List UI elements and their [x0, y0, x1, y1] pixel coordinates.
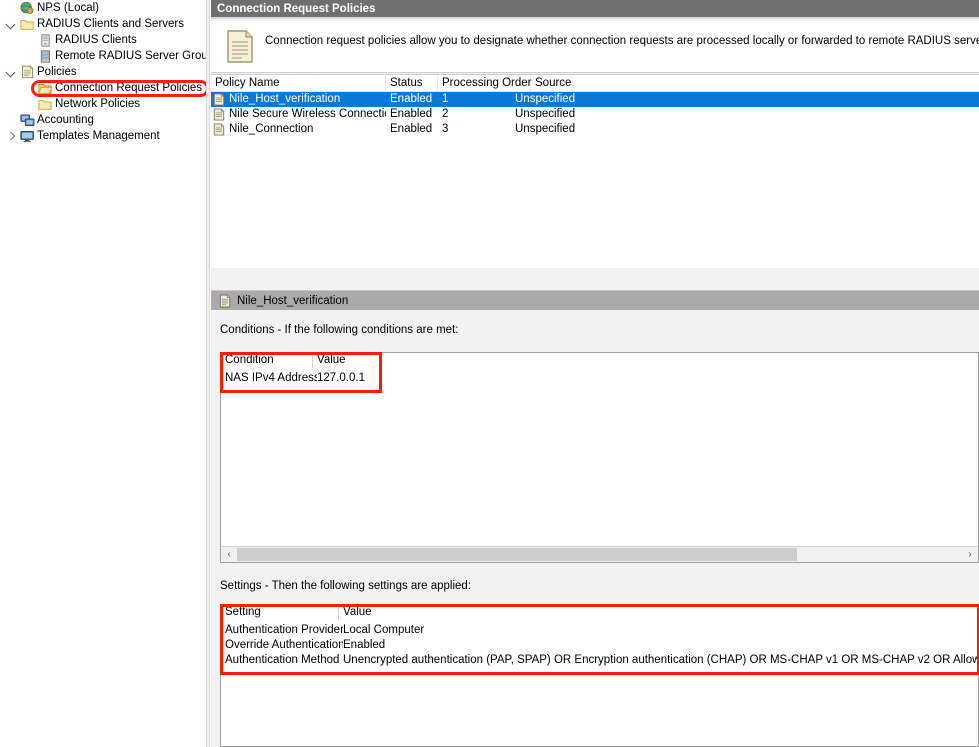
table-row[interactable]: Override Authentication Enabled [221, 638, 978, 653]
cell-policy-name: Nile_Host_verification [229, 93, 341, 105]
table-row[interactable]: Nile Secure Wireless Connections Enabled… [211, 107, 979, 122]
cell-source: Unspecified [515, 108, 576, 120]
tree-item-radius-clients-and-servers[interactable]: RADIUS Clients and Servers [4, 16, 206, 32]
table-row[interactable]: NAS IPv4 Address 127.0.0.1 [221, 371, 978, 386]
tree-item-remote-radius-server-groups[interactable]: Remote RADIUS Server Groups [22, 48, 206, 64]
horizontal-scrollbar[interactable]: ‹ › [221, 546, 978, 562]
tree-item-label: Connection Request Policies [55, 82, 203, 94]
conditions-label: Conditions - If the following conditions… [220, 324, 459, 336]
scrollbar-thumb[interactable] [237, 548, 797, 561]
cell-policy-name: Nile_Connection [229, 123, 314, 135]
cell-status: Enabled [390, 123, 433, 135]
tree-item-radius-clients[interactable]: RADIUS Clients [22, 32, 206, 48]
settings-grid[interactable]: Setting Value Authentication Provider Lo… [220, 604, 979, 747]
cell-value: 127.0.0.1 [317, 372, 365, 384]
scroll-right-arrow-icon[interactable]: › [962, 547, 978, 562]
tree-item-policies[interactable]: Policies [4, 64, 206, 80]
table-row[interactable]: Authentication Method Unencrypted authen… [221, 653, 979, 668]
page-title: Connection Request Policies [211, 0, 979, 19]
twisty-placeholder [22, 80, 36, 96]
column-header-status[interactable]: Status [386, 75, 438, 91]
cell-value: Unencrypted authentication (PAP, SPAP) O… [343, 654, 979, 666]
radius-client-icon [36, 32, 54, 48]
tree-item-label: NPS (Local) [37, 2, 99, 14]
policy-scroll-icon [213, 93, 225, 106]
nps-globe-icon [18, 0, 36, 16]
nps-console-window: NPS (Local) RADIUS Clients and Servers R… [0, 0, 979, 747]
tree-item-label: Network Policies [55, 98, 140, 110]
tree-item-label: RADIUS Clients and Servers [37, 18, 184, 30]
tree-item-nps-local[interactable]: NPS (Local) [4, 0, 206, 16]
cell-policy-name: Nile Secure Wireless Connections [229, 108, 386, 120]
cell-value: Enabled [343, 639, 386, 651]
cell-value: Local Computer [343, 624, 425, 636]
content-pane: Connection Request Policies Connection r… [211, 0, 979, 747]
templates-monitor-icon [18, 128, 36, 144]
policy-scroll-icon [219, 294, 231, 308]
info-banner: Connection request policies allow you to… [211, 21, 979, 73]
column-header-processing-order[interactable]: Processing Order [438, 75, 531, 91]
remote-radius-server-icon [36, 48, 54, 64]
twisty-placeholder [4, 112, 18, 128]
scroll-left-arrow-icon[interactable]: ‹ [221, 547, 237, 562]
chevron-down-icon[interactable] [4, 16, 18, 32]
chevron-right-icon[interactable] [4, 128, 18, 144]
tree-item-connection-request-policies[interactable]: Connection Request Policies [22, 80, 206, 96]
tree-item-label: Templates Management [37, 130, 160, 142]
conditions-grid[interactable]: Condition Value NAS IPv4 Address 127.0.0… [220, 352, 979, 563]
detail-pane-title: Nile_Host_verification [237, 295, 349, 307]
tree-item-label: RADIUS Clients [55, 34, 137, 46]
chevron-down-icon[interactable] [4, 64, 18, 80]
policy-scroll-icon [213, 123, 225, 136]
cell-status: Enabled [390, 93, 433, 105]
twisty-placeholder [22, 96, 36, 112]
cell-source: Unspecified [515, 93, 576, 105]
console-tree-pane[interactable]: NPS (Local) RADIUS Clients and Servers R… [0, 0, 206, 747]
cell-setting: Authentication Provider [225, 624, 343, 636]
table-row[interactable]: Nile_Connection Enabled 3 Unspecified [211, 122, 979, 137]
folder-icon [18, 16, 36, 32]
table-row[interactable]: Authentication Provider Local Computer [221, 623, 978, 638]
detail-pane-header: Nile_Host_verification [211, 290, 979, 310]
column-header-source[interactable]: Source [531, 75, 979, 91]
policy-scroll-icon [225, 29, 255, 65]
twisty-placeholder [4, 0, 18, 16]
policy-list-header[interactable]: Policy Name Status Processing Order Sour… [211, 75, 979, 92]
conditions-grid-header[interactable]: Condition Value [221, 353, 978, 368]
policy-list-view[interactable]: Policy Name Status Processing Order Sour… [211, 74, 979, 268]
accounting-monitor-icon [18, 112, 36, 128]
cell-status: Enabled [390, 108, 433, 120]
tree-item-label: Remote RADIUS Server Groups [55, 50, 206, 62]
tree-item-label: Accounting [37, 114, 94, 126]
tree-item-network-policies[interactable]: Network Policies [22, 96, 206, 112]
twisty-placeholder [22, 48, 36, 64]
column-header-policy-name[interactable]: Policy Name [211, 75, 386, 91]
pane-splitter[interactable] [206, 0, 210, 747]
settings-grid-header[interactable]: Setting Value [221, 605, 978, 620]
cell-setting: Authentication Method [225, 654, 340, 666]
folder-open-icon [36, 80, 54, 96]
cell-condition: NAS IPv4 Address [225, 372, 317, 384]
settings-label: Settings - Then the following settings a… [220, 580, 472, 592]
tree-item-templates-management[interactable]: Templates Management [4, 128, 206, 144]
policy-scroll-icon [213, 108, 225, 121]
info-banner-text: Connection request policies allow you to… [265, 35, 979, 47]
policy-scroll-icon [18, 64, 36, 80]
cell-source: Unspecified [515, 123, 576, 135]
tree-item-label: Policies [37, 66, 77, 78]
tree-item-accounting[interactable]: Accounting [4, 112, 206, 128]
column-header-setting[interactable]: Setting [221, 605, 339, 620]
folder-icon [36, 96, 54, 112]
column-header-value[interactable]: Value [313, 353, 978, 368]
column-header-value[interactable]: Value [339, 605, 978, 620]
cell-setting: Override Authentication [225, 639, 343, 651]
twisty-placeholder [22, 32, 36, 48]
table-row[interactable]: Nile_Host_verification Enabled 1 Unspeci… [211, 92, 979, 107]
column-header-condition[interactable]: Condition [221, 353, 313, 368]
